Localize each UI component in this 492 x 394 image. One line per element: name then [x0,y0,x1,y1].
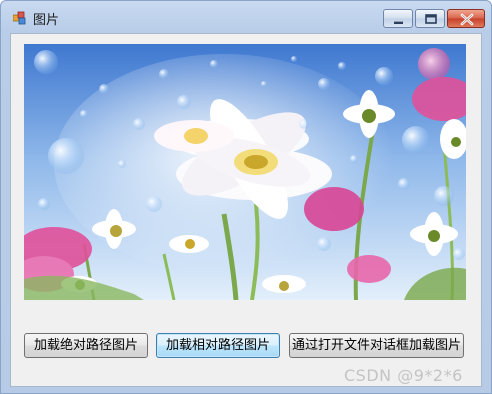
app-icon [13,11,26,25]
watermark: CSDN @9*2*6 [344,366,463,385]
flower-image [24,44,466,300]
close-button[interactable] [447,9,485,28]
minimize-button[interactable] [383,9,413,28]
form-client-area: 加载绝对路径图片 加载相对路径图片 通过打开文件对话框加载图片 [10,33,482,387]
close-icon [460,13,474,26]
title-bar[interactable]: 图片 [1,1,491,31]
load-relative-path-button[interactable]: 加载相对路径图片 [156,333,280,358]
picture-box [24,44,466,300]
load-via-open-file-dialog-button[interactable]: 通过打开文件对话框加载图片 [289,333,464,358]
load-absolute-path-button[interactable]: 加载绝对路径图片 [24,333,148,358]
maximize-icon [425,14,437,24]
maximize-button[interactable] [415,9,445,28]
main-window: 图片 加载绝对路径图片 加载相对路径图片 通过打开文件对话框加载图片 [0,0,492,394]
window-title: 图片 [33,13,60,28]
minimize-icon [394,21,403,24]
